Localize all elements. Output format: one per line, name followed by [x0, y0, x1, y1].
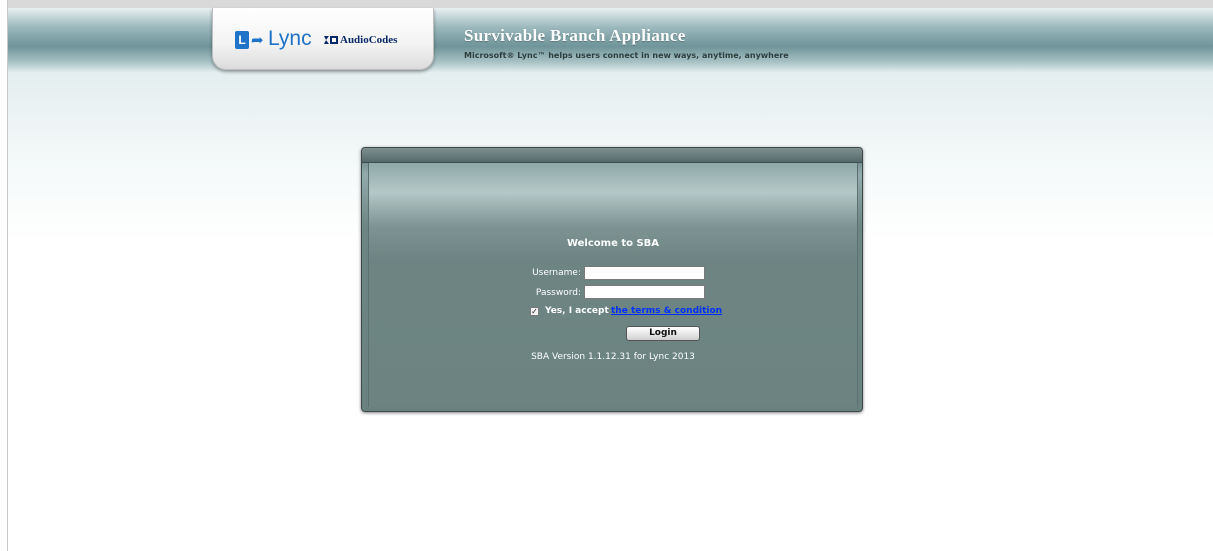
- login-panel-body: Welcome to SBA Username: Password: ✓ Yes…: [368, 163, 858, 407]
- lync-product-name: Lync: [268, 27, 312, 50]
- accept-terms-checkbox[interactable]: ✓: [530, 307, 539, 316]
- checkbox-checked-icon: ✓: [531, 307, 538, 316]
- password-input[interactable]: [584, 285, 705, 299]
- browser-left-edge: [0, 0, 8, 551]
- version-text: SBA Version 1.1.12.31 for Lync 2013: [531, 352, 695, 362]
- username-label: Username:: [532, 268, 581, 278]
- audiocodes-brand-name: AudioCodes: [340, 34, 398, 46]
- welcome-heading: Welcome to SBA: [566, 238, 660, 249]
- app-tagline: Microsoft® Lync™ helps users connect in …: [464, 51, 789, 60]
- logo-tab: L ➦ Lync AudioCodes: [212, 8, 434, 70]
- login-button[interactable]: Login: [626, 326, 700, 341]
- app-title: Survivable Branch Appliance: [464, 26, 686, 45]
- login-panel-titlebar: [362, 148, 862, 163]
- audiocodes-logo-icon: [324, 36, 338, 44]
- lync-logo-icon: L: [235, 31, 249, 49]
- username-input[interactable]: [584, 266, 705, 280]
- password-label: Password:: [535, 288, 581, 298]
- terms-link[interactable]: the terms & condition: [611, 305, 722, 317]
- lync-arrow-icon: ➦: [251, 31, 264, 49]
- login-panel: Welcome to SBA Username: Password: ✓ Yes…: [361, 147, 863, 412]
- accept-terms-label: Yes, I accept: [545, 306, 609, 316]
- browser-top-strip: [0, 0, 1213, 8]
